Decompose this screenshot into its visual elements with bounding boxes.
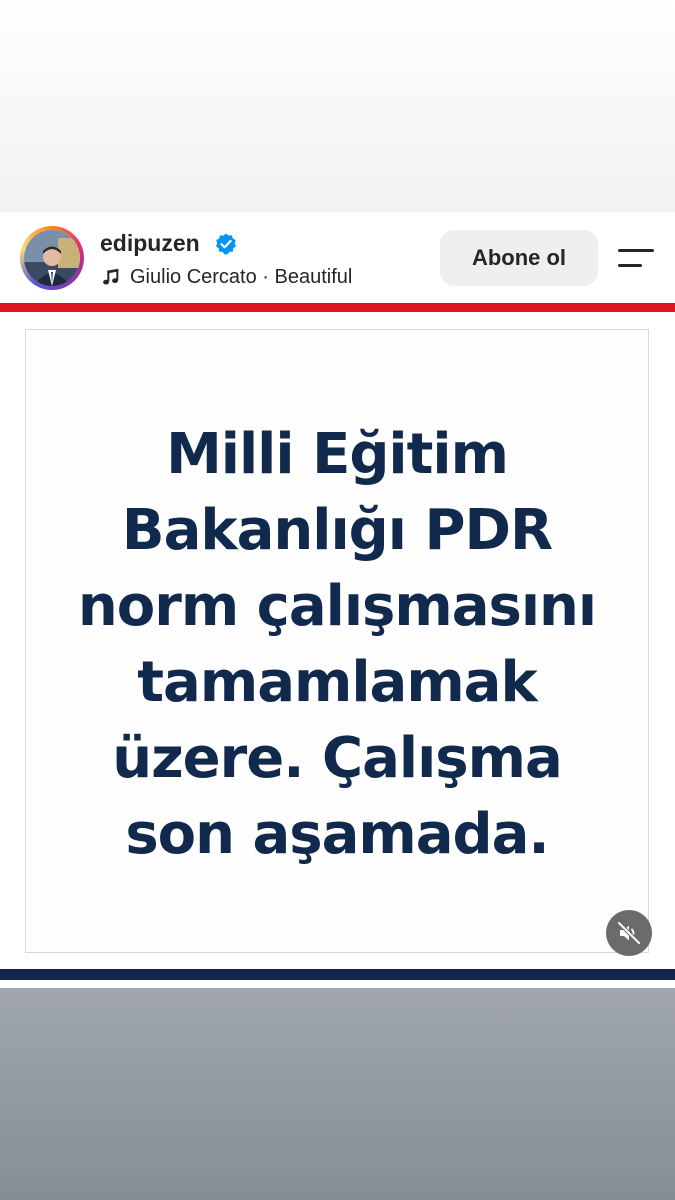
post-card[interactable]: Milli Eğitim Bakanlığı PDR norm çalışmas… (25, 329, 649, 953)
menu-icon[interactable] (616, 246, 658, 270)
follow-button[interactable]: Abone ol (440, 230, 598, 286)
divider-gap (0, 980, 675, 988)
avatar-image (24, 230, 80, 286)
top-background (0, 0, 675, 212)
red-divider (0, 303, 675, 312)
music-info[interactable]: Giulio Cercato · Beautiful (100, 264, 352, 290)
music-label: Giulio Cercato · Beautiful (130, 265, 353, 288)
bottom-background (0, 988, 675, 1200)
story-ring[interactable] (20, 226, 84, 290)
post-header: edipuzen Giulio Cercato · Beautiful Abon… (0, 212, 675, 304)
navy-divider (0, 969, 675, 980)
verified-badge-icon (216, 233, 236, 255)
post-media: Milli Eğitim Bakanlığı PDR norm çalışmas… (0, 312, 675, 969)
avatar[interactable] (24, 230, 80, 286)
mute-button[interactable] (606, 910, 652, 956)
speaker-muted-icon (617, 921, 641, 945)
music-note-icon (103, 268, 119, 285)
username[interactable]: edipuzen (100, 230, 200, 257)
post-headline: Milli Eğitim Bakanlığı PDR norm çalışmas… (77, 422, 597, 867)
